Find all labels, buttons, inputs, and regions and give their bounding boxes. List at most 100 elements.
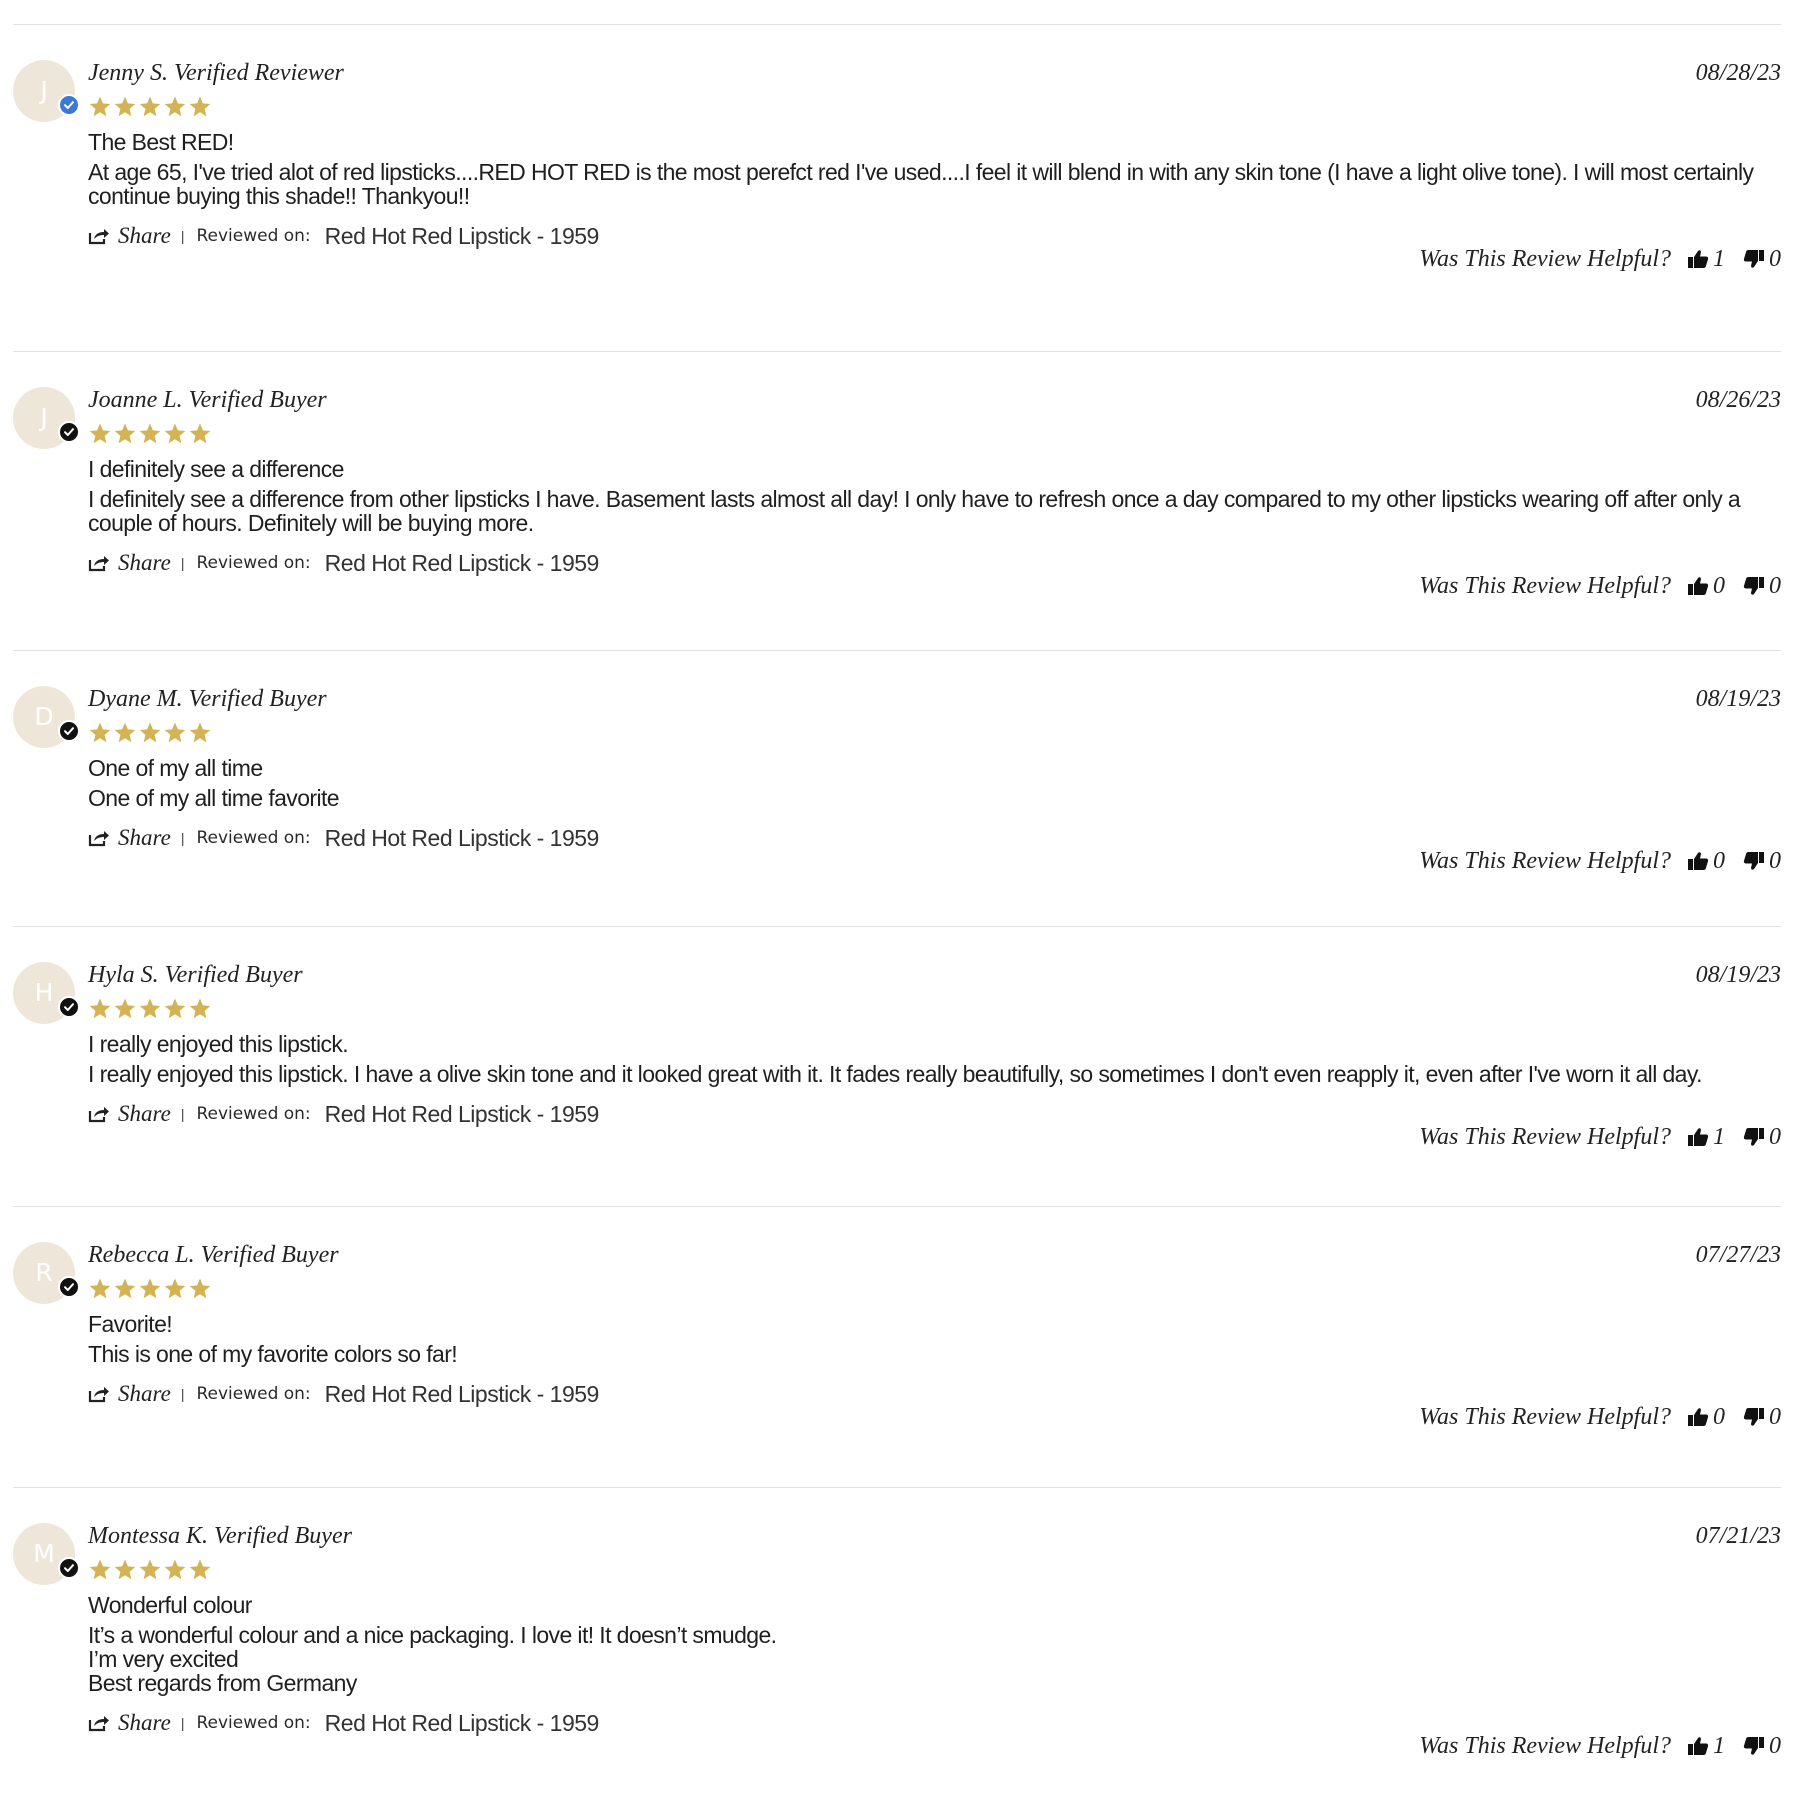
thumbs-down-icon <box>1743 1408 1764 1426</box>
product-link[interactable]: Red Hot Red Lipstick - 1959 <box>325 550 600 577</box>
reviewed-on-label: Reviewed on: <box>196 226 311 246</box>
thumbs-up-button[interactable]: 1 <box>1687 1124 1743 1151</box>
review-footer: Share | Reviewed on: Red Hot Red Lipstic… <box>88 549 599 577</box>
share-label: Share <box>118 1381 171 1406</box>
thumbs-up-icon <box>1688 1128 1709 1146</box>
review-title: Favorite! <box>88 1311 173 1337</box>
helpful-label: Was This Review Helpful? <box>1419 1732 1671 1759</box>
star-icon <box>164 96 186 117</box>
star-icon <box>164 998 186 1019</box>
star-icon <box>89 423 111 444</box>
star-icon <box>139 998 161 1019</box>
thumbs-down-icon <box>1743 1737 1764 1755</box>
star-icon <box>164 1559 186 1580</box>
star-icon <box>164 423 186 444</box>
star-rating <box>88 997 213 1021</box>
verified-badge-icon <box>58 421 80 443</box>
separator: | <box>180 1386 185 1402</box>
review-date: 07/27/23 <box>1695 1242 1781 1268</box>
star-icon <box>139 722 161 743</box>
share-label: Share <box>118 825 171 850</box>
review-title: The Best RED! <box>88 129 234 155</box>
helpful-votes: Was This Review Helpful? 0 0 <box>1419 1402 1781 1432</box>
share-button[interactable]: Share <box>88 1381 171 1407</box>
reviewer-name: Rebecca L. Verified Buyer <box>88 1242 339 1268</box>
thumbs-down-button[interactable]: 0 <box>1743 246 1781 273</box>
review-footer: Share | Reviewed on: Red Hot Red Lipstic… <box>88 222 599 250</box>
product-link[interactable]: Red Hot Red Lipstick - 1959 <box>325 223 600 250</box>
helpful-votes: Was This Review Helpful? 1 0 <box>1419 1122 1781 1152</box>
star-icon <box>139 423 161 444</box>
thumbs-down-icon <box>1743 577 1764 595</box>
star-icon <box>189 722 211 743</box>
share-icon <box>88 1716 109 1732</box>
thumbs-down-button[interactable]: 0 <box>1743 1733 1781 1760</box>
review-body: I definitely see a difference from other… <box>88 486 1741 536</box>
verified-badge-icon <box>58 720 80 742</box>
thumbs-up-count: 0 <box>1713 1403 1725 1430</box>
reviewed-on-label: Reviewed on: <box>196 1384 311 1404</box>
share-button[interactable]: Share <box>88 223 171 249</box>
thumbs-up-count: 0 <box>1713 572 1725 599</box>
reviewed-on-label: Reviewed on: <box>196 828 311 848</box>
share-button[interactable]: Share <box>88 825 171 851</box>
star-rating <box>88 1558 213 1582</box>
thumbs-down-button[interactable]: 0 <box>1743 1124 1781 1151</box>
review-title: Wonderful colour <box>88 1592 252 1618</box>
star-icon <box>114 998 136 1019</box>
helpful-votes: Was This Review Helpful? 1 0 <box>1419 244 1781 274</box>
star-icon <box>114 722 136 743</box>
helpful-votes: Was This Review Helpful? 1 0 <box>1419 1731 1781 1761</box>
star-rating <box>88 1277 213 1301</box>
review-title: I really enjoyed this lipstick. <box>88 1031 349 1057</box>
share-label: Share <box>118 1101 171 1126</box>
share-icon <box>88 831 109 847</box>
thumbs-down-button[interactable]: 0 <box>1743 848 1781 875</box>
star-icon <box>114 1278 136 1299</box>
thumbs-down-count: 0 <box>1769 1732 1781 1759</box>
thumbs-up-icon <box>1688 1408 1709 1426</box>
star-rating <box>88 95 213 119</box>
share-button[interactable]: Share <box>88 1101 171 1127</box>
review-body: One of my all time favorite <box>88 785 340 811</box>
product-link[interactable]: Red Hot Red Lipstick - 1959 <box>325 1101 600 1128</box>
review-date: 07/21/23 <box>1695 1523 1781 1549</box>
thumbs-up-button[interactable]: 1 <box>1687 246 1743 273</box>
review-date: 08/19/23 <box>1695 686 1781 712</box>
reviewed-on-label: Reviewed on: <box>196 1104 311 1124</box>
star-icon <box>189 1278 211 1299</box>
reviewer-name: Joanne L. Verified Buyer <box>88 387 327 413</box>
star-icon <box>189 96 211 117</box>
product-link[interactable]: Red Hot Red Lipstick - 1959 <box>325 1381 600 1408</box>
star-icon <box>164 722 186 743</box>
share-label: Share <box>118 1710 171 1735</box>
thumbs-down-button[interactable]: 0 <box>1743 573 1781 600</box>
thumbs-up-button[interactable]: 1 <box>1687 1733 1743 1760</box>
thumbs-up-button[interactable]: 0 <box>1687 848 1743 875</box>
thumbs-up-button[interactable]: 0 <box>1687 573 1743 600</box>
share-label: Share <box>118 550 171 575</box>
product-link[interactable]: Red Hot Red Lipstick - 1959 <box>325 825 600 852</box>
share-button[interactable]: Share <box>88 550 171 576</box>
thumbs-up-icon <box>1688 852 1709 870</box>
thumbs-up-icon <box>1688 577 1709 595</box>
thumbs-down-count: 0 <box>1769 847 1781 874</box>
star-icon <box>114 423 136 444</box>
product-link[interactable]: Red Hot Red Lipstick - 1959 <box>325 1710 600 1737</box>
reviewer-name: Dyane M. Verified Buyer <box>88 686 327 712</box>
thumbs-up-button[interactable]: 0 <box>1687 1404 1743 1431</box>
review-date: 08/28/23 <box>1695 60 1781 86</box>
helpful-label: Was This Review Helpful? <box>1419 572 1671 599</box>
share-icon <box>88 556 109 572</box>
reviewed-on-label: Reviewed on: <box>196 553 311 573</box>
thumbs-up-icon <box>1688 250 1709 268</box>
reviewer-name: Jenny S. Verified Reviewer <box>88 60 344 86</box>
thumbs-down-icon <box>1743 852 1764 870</box>
share-button[interactable]: Share <box>88 1710 171 1736</box>
thumbs-down-button[interactable]: 0 <box>1743 1404 1781 1431</box>
thumbs-down-icon <box>1743 250 1764 268</box>
helpful-label: Was This Review Helpful? <box>1419 245 1671 272</box>
helpful-label: Was This Review Helpful? <box>1419 847 1671 874</box>
review-title: One of my all time <box>88 755 263 781</box>
star-icon <box>89 96 111 117</box>
